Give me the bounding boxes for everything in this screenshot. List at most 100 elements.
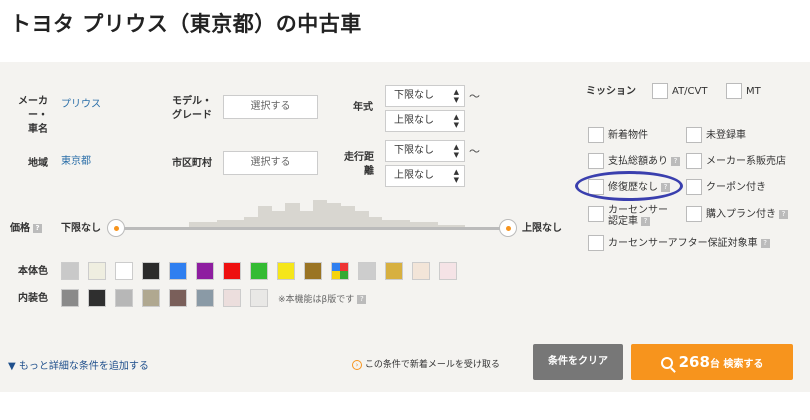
dropdown-arrows-icon: ▲ ▼ xyxy=(453,168,459,184)
body-color-swatch[interactable] xyxy=(304,262,322,280)
more-conditions-text: もっと詳細な条件を追加する xyxy=(18,361,149,372)
region-value-link[interactable]: 東京都 xyxy=(61,152,91,167)
interior-color-swatch[interactable] xyxy=(115,289,133,307)
triangle-down-icon: ▼ xyxy=(8,361,16,372)
at-cvt-checkbox[interactable] xyxy=(652,83,668,99)
after-warranty-label[interactable]: カーセンサーアフター保証対象車? xyxy=(608,238,770,250)
search-button[interactable]: 268台 検索する xyxy=(631,344,793,380)
new-arrival-checkbox[interactable] xyxy=(588,127,604,143)
mileage-max-dropdown[interactable]: 上限なし ▲ ▼ xyxy=(385,165,465,187)
handle-dot xyxy=(506,226,511,231)
price-max-label: 上限なし xyxy=(522,223,562,234)
year-max-value: 上限なし xyxy=(394,115,434,126)
mileage-label: 走行距 離 xyxy=(344,152,374,177)
interior-color-swatch[interactable] xyxy=(61,289,79,307)
year-max-dropdown[interactable]: 上限なし ▲ ▼ xyxy=(385,110,465,132)
after-warranty-checkbox[interactable] xyxy=(588,235,604,251)
price-histogram xyxy=(120,200,506,228)
region-label: 地域 xyxy=(28,158,48,169)
maker-dealer-checkbox[interactable] xyxy=(686,153,702,169)
price-label: 価格? xyxy=(10,222,42,236)
interior-color-swatch[interactable] xyxy=(169,289,187,307)
body-color-swatch[interactable] xyxy=(169,262,187,280)
histogram-bar xyxy=(340,205,355,228)
model-label: モデル・ グレード xyxy=(172,96,212,121)
help-icon[interactable]: ? xyxy=(33,223,42,233)
new-arrival-label[interactable]: 新着物件 xyxy=(608,130,648,142)
body-color-swatch[interactable] xyxy=(223,262,241,280)
body-color-swatch[interactable] xyxy=(196,262,214,280)
result-unit: 台 検索する xyxy=(709,359,764,370)
interior-color-swatch[interactable] xyxy=(250,289,268,307)
interior-color-label: 内装色 xyxy=(18,293,48,304)
certified-car-label-text: カーセンサー 認定車 xyxy=(608,205,668,227)
mt-label[interactable]: MT xyxy=(746,86,761,98)
more-conditions-link[interactable]: ▼ もっと詳細な条件を追加する xyxy=(8,357,149,372)
transmission-label: ミッション xyxy=(586,86,636,97)
dropdown-arrows-icon: ▲ ▼ xyxy=(453,88,459,104)
at-cvt-label[interactable]: AT/CVT xyxy=(672,86,707,98)
certified-car-checkbox[interactable] xyxy=(588,206,604,222)
body-color-swatch[interactable] xyxy=(115,262,133,280)
year-min-value: 下限なし xyxy=(394,90,434,101)
body-color-swatch[interactable] xyxy=(439,262,457,280)
help-icon[interactable]: ? xyxy=(779,209,788,219)
mileage-min-value: 下限なし xyxy=(394,145,434,156)
body-color-swatch[interactable] xyxy=(331,262,349,280)
interior-color-swatch[interactable] xyxy=(223,289,241,307)
mt-checkbox[interactable] xyxy=(726,83,742,99)
body-color-swatch[interactable] xyxy=(250,262,268,280)
coupon-label[interactable]: クーポン付き xyxy=(706,182,766,194)
body-color-swatch[interactable] xyxy=(385,262,403,280)
histogram-bar xyxy=(299,211,314,228)
histogram-bar xyxy=(271,211,286,228)
purchase-plan-label[interactable]: 購入プラン付き? xyxy=(706,209,788,221)
mail-notice-link[interactable]: › この条件で新着メールを受け取る xyxy=(352,357,500,370)
body-color-swatch[interactable] xyxy=(142,262,160,280)
total-price-label[interactable]: 支払総額あり? xyxy=(608,156,680,168)
page-title: トヨタ プリウス（東京都）の中古車 xyxy=(10,12,362,36)
beta-note-text: ※本機能はβ版です xyxy=(278,295,355,305)
clear-conditions-button[interactable]: 条件をクリア xyxy=(533,344,623,380)
city-select-button[interactable]: 選択する xyxy=(223,151,318,175)
body-color-swatch[interactable] xyxy=(88,262,106,280)
mileage-range-tilde: 〜 xyxy=(469,145,480,158)
highlight-ellipse-annotation xyxy=(575,171,683,201)
body-color-label: 本体色 xyxy=(18,266,48,277)
maker-dealer-label[interactable]: メーカー系販売店 xyxy=(706,156,786,168)
maker-value-link[interactable]: プリウス xyxy=(61,95,101,110)
arrow-circle-icon: › xyxy=(352,359,362,370)
histogram-bar xyxy=(285,202,300,228)
price-slider-track[interactable] xyxy=(116,227,508,230)
price-min-handle[interactable] xyxy=(107,219,125,237)
body-color-swatch[interactable] xyxy=(277,262,295,280)
histogram-bar xyxy=(354,211,369,228)
beta-note: ※本機能はβ版です? xyxy=(278,292,367,305)
mileage-min-dropdown[interactable]: 下限なし ▲ ▼ xyxy=(385,140,465,162)
year-range-tilde: 〜 xyxy=(469,90,480,103)
body-color-swatch[interactable] xyxy=(358,262,376,280)
body-color-swatch[interactable] xyxy=(61,262,79,280)
year-min-dropdown[interactable]: 下限なし ▲ ▼ xyxy=(385,85,465,107)
coupon-checkbox[interactable] xyxy=(686,179,702,195)
help-icon[interactable]: ? xyxy=(760,238,770,248)
histogram-bar xyxy=(326,202,342,228)
unregistered-checkbox[interactable] xyxy=(686,127,702,143)
total-price-checkbox[interactable] xyxy=(588,153,604,169)
model-select-button[interactable]: 選択する xyxy=(223,95,318,119)
certified-car-label[interactable]: カーセンサー 認定車? xyxy=(608,205,668,227)
mileage-max-value: 上限なし xyxy=(394,170,434,181)
after-warranty-label-text: カーセンサーアフター保証対象車 xyxy=(608,238,758,249)
maker-label: メーカー・ 車名 xyxy=(18,96,48,135)
purchase-plan-checkbox[interactable] xyxy=(686,206,702,222)
help-icon[interactable]: ? xyxy=(671,156,680,166)
interior-color-swatch[interactable] xyxy=(196,289,214,307)
dropdown-arrows-icon: ▲ ▼ xyxy=(453,113,459,129)
help-icon[interactable]: ? xyxy=(641,216,650,226)
help-icon[interactable]: ? xyxy=(357,295,367,304)
unregistered-label[interactable]: 未登録車 xyxy=(706,130,746,142)
interior-color-swatch[interactable] xyxy=(142,289,160,307)
interior-color-swatch[interactable] xyxy=(88,289,106,307)
body-color-swatch[interactable] xyxy=(412,262,430,280)
price-max-handle[interactable] xyxy=(499,219,517,237)
